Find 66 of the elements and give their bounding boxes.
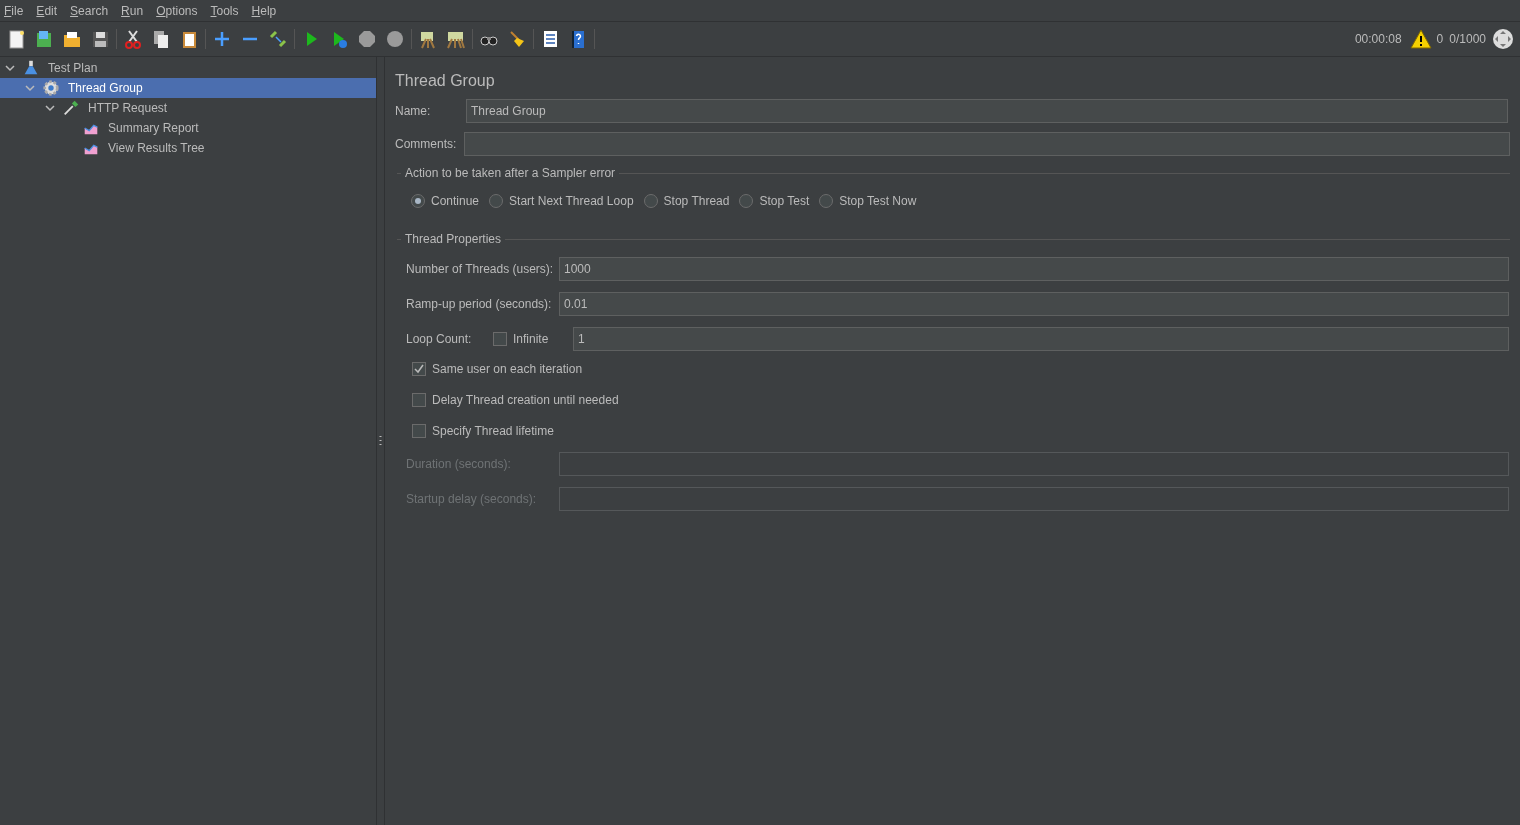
checkbox[interactable] — [412, 393, 426, 407]
radio-label: Stop Test Now — [839, 193, 917, 210]
field-label: Number of Threads (users): — [406, 261, 555, 278]
menu-item[interactable]: Run — [121, 1, 144, 20]
menu-item[interactable]: Tools — [210, 1, 239, 20]
field-label: Ramp-up period (seconds): — [406, 296, 553, 313]
broom-icon[interactable] — [507, 29, 527, 49]
checkbox-label: Delay Thread creation until needed — [432, 392, 619, 409]
radio-button[interactable] — [643, 194, 658, 208]
menu-item[interactable]: Options — [156, 1, 198, 20]
checkbox-label: Infinite — [513, 331, 550, 348]
error-count: 0 — [1436, 31, 1444, 48]
tree-item[interactable]: Summary Report — [0, 118, 376, 138]
thread-count: 0/1000 — [1449, 31, 1486, 48]
templates-icon[interactable] — [34, 29, 54, 49]
tree-item[interactable]: Thread Group — [0, 78, 376, 98]
menu-item[interactable]: File — [4, 1, 24, 20]
radio-label: Continue — [431, 193, 480, 210]
plus-icon[interactable] — [212, 29, 232, 49]
checkbox[interactable] — [412, 362, 426, 376]
tree-item[interactable]: HTTP Request — [0, 98, 376, 118]
checkbox-label: Same user on each iteration — [432, 361, 583, 378]
save-icon[interactable] — [90, 29, 110, 49]
radio-label: Start Next Thread Loop — [509, 193, 634, 210]
pipette-icon — [62, 99, 80, 117]
new-document-icon[interactable] — [6, 29, 26, 49]
warning-icon[interactable] — [1409, 29, 1432, 49]
expand-arrows-icon[interactable] — [1492, 28, 1514, 50]
panel-title: Thread Group — [395, 71, 496, 91]
checkbox[interactable] — [493, 332, 507, 346]
chevron-icon[interactable] — [5, 63, 15, 73]
menu-item[interactable]: Search — [70, 1, 109, 20]
loop-count-field[interactable]: 1 — [573, 327, 1509, 351]
radio-label: Stop Test — [759, 193, 810, 210]
text-field[interactable]: 0.01 — [559, 292, 1509, 316]
field-label: Comments: — [395, 136, 458, 153]
field-label: Name: — [395, 103, 432, 120]
toggle-icon[interactable] — [268, 29, 288, 49]
copy-icon[interactable] — [151, 29, 171, 49]
checkmark-icon — [414, 364, 424, 374]
radio-button[interactable] — [489, 194, 504, 208]
comments-field[interactable] — [464, 132, 1510, 156]
menu-item[interactable]: Edit — [36, 1, 58, 20]
folder-icon[interactable] — [62, 29, 82, 49]
radio-label: Stop Thread — [663, 193, 730, 210]
checkbox[interactable] — [412, 424, 426, 438]
text-field[interactable]: 1000 — [559, 257, 1509, 281]
checkbox-label: Specify Thread lifetime — [432, 423, 554, 440]
section-title: Action to be taken after a Sampler error — [405, 165, 616, 182]
radio-button[interactable] — [739, 194, 754, 208]
tree-item[interactable]: Test Plan — [0, 58, 376, 78]
shutdown-icon[interactable] — [385, 29, 405, 49]
scissors-icon[interactable] — [123, 29, 143, 49]
flask-icon — [22, 59, 40, 77]
field-label: Loop Count: — [406, 331, 473, 348]
stop-icon[interactable] — [357, 29, 377, 49]
radio-button[interactable] — [411, 194, 425, 208]
chevron-icon[interactable] — [25, 83, 35, 93]
section-title: Thread Properties — [405, 231, 502, 248]
menu-item[interactable]: Help — [251, 1, 277, 20]
chevron-icon[interactable] — [45, 103, 55, 113]
elapsed-time: 00:00:08 — [1354, 31, 1402, 48]
name-field[interactable]: Thread Group — [466, 99, 1508, 123]
radio-button[interactable] — [819, 194, 834, 208]
gear-icon — [42, 79, 60, 97]
tree-item[interactable]: View Results Tree — [0, 138, 376, 158]
